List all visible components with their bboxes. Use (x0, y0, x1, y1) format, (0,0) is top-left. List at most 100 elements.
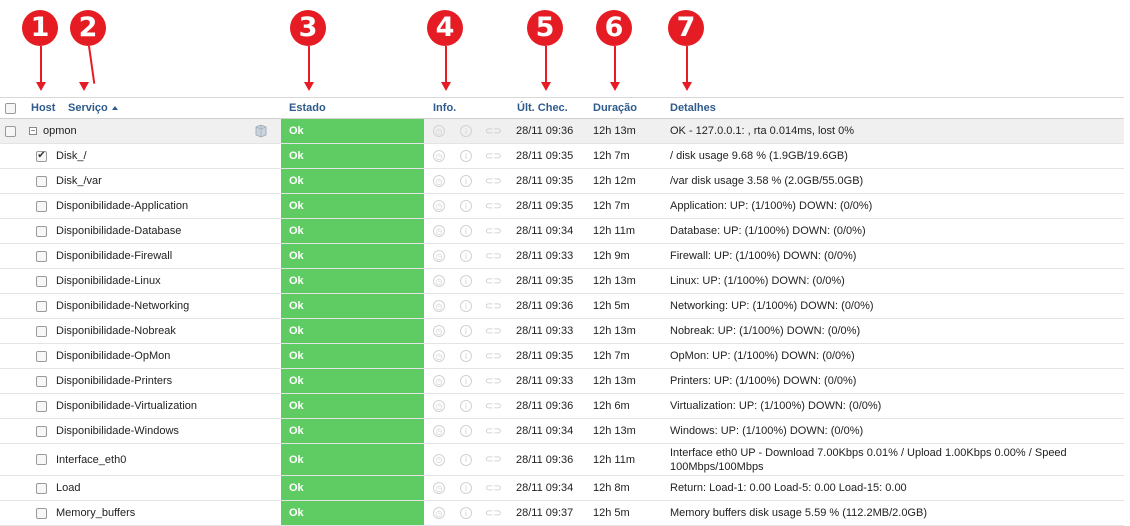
table-row[interactable]: Disponibilidade-Virtualization Ok ◷ i ⊂⊃ 28/1… (0, 394, 1124, 419)
clock-icon[interactable]: ◷ (433, 225, 445, 237)
service-name[interactable]: Disponibilidade-Printers (56, 369, 172, 393)
table-row[interactable]: Disponibilidade-Application Ok ◷ i ⊂⊃ 28/11 0… (0, 194, 1124, 219)
column-last-check[interactable]: Últ. Chec. (517, 98, 568, 118)
link-icon[interactable]: ⊂⊃ (485, 226, 502, 237)
collapse-icon[interactable]: − (29, 127, 37, 135)
table-row[interactable]: ✔ Disk_/ Ok ◷ i ⊂⊃ 28/11 09:35 12h 7m / disk usa… (0, 144, 1124, 169)
table-row[interactable]: Disponibilidade-Linux Ok ◷ i ⊂⊃ 28/11 09:35 12… (0, 269, 1124, 294)
clock-icon[interactable]: ◷ (433, 453, 445, 466)
clock-icon[interactable]: ◷ (433, 325, 445, 337)
service-name[interactable]: Memory_buffers (56, 501, 135, 525)
column-duration[interactable]: Duração (593, 98, 637, 118)
clock-icon[interactable]: ◷ (433, 125, 445, 137)
service-name[interactable]: Interface_eth0 (56, 444, 126, 475)
service-name[interactable]: Disponibilidade-Firewall (56, 244, 172, 268)
info-icon[interactable]: i (460, 375, 472, 387)
link-icon[interactable]: ⊂⊃ (485, 301, 502, 312)
select-all-checkbox[interactable] (5, 102, 16, 114)
info-icon[interactable]: i (460, 507, 472, 519)
service-name[interactable]: Load (56, 476, 80, 500)
clock-icon[interactable]: ◷ (433, 350, 445, 362)
table-row[interactable]: Disk_/var Ok ◷ i ⊂⊃ 28/11 09:35 12h 12m/var di… (0, 169, 1124, 194)
table-row[interactable]: Disponibilidade-OpMon Ok ◷ i ⊂⊃ 28/11 09:35 12… (0, 344, 1124, 369)
column-details[interactable]: Detalhes (670, 98, 716, 118)
link-icon[interactable]: ⊂⊃ (485, 483, 502, 494)
link-icon[interactable]: ⊂⊃ (485, 401, 502, 412)
link-icon[interactable]: ⊂⊃ (485, 326, 502, 337)
column-info[interactable]: Info. (433, 98, 456, 118)
table-row[interactable]: Disponibilidade-Printers Ok ◷ i ⊂⊃ 28/11 09:3… (0, 369, 1124, 394)
link-icon[interactable]: ⊂⊃ (485, 251, 502, 262)
link-icon[interactable]: ⊂⊃ (485, 176, 502, 187)
clock-icon[interactable]: ◷ (433, 250, 445, 262)
service-name[interactable]: Disponibilidade-OpMon (56, 344, 170, 368)
info-icon[interactable]: i (460, 300, 472, 312)
link-icon[interactable]: ⊂⊃ (485, 376, 502, 387)
clock-icon[interactable]: ◷ (433, 150, 445, 162)
clock-icon[interactable]: ◷ (433, 482, 445, 494)
info-icon[interactable]: i (460, 250, 472, 262)
clock-icon[interactable]: ◷ (433, 175, 445, 187)
row-checkbox[interactable] (36, 175, 47, 187)
table-row[interactable]: Load Ok ◷ i ⊂⊃ 28/11 09:34 12h 8m Return: Load-… (0, 476, 1124, 501)
row-checkbox[interactable] (36, 425, 47, 437)
service-name[interactable]: Disk_/var (56, 169, 102, 193)
row-checkbox[interactable] (36, 300, 47, 312)
info-icon[interactable]: i (460, 125, 472, 137)
row-checkbox[interactable] (36, 454, 47, 465)
row-checkbox[interactable] (36, 482, 47, 494)
table-row[interactable]: Disponibilidade-Nobreak Ok ◷ i ⊂⊃ 28/11 09:33… (0, 319, 1124, 344)
info-icon[interactable]: i (460, 453, 472, 466)
info-icon[interactable]: i (460, 325, 472, 337)
link-icon[interactable]: ⊂⊃ (485, 201, 502, 212)
service-name[interactable]: Disponibilidade-Networking (56, 294, 189, 318)
row-checkbox[interactable] (36, 250, 47, 262)
server-icon[interactable] (254, 124, 267, 138)
row-checkbox[interactable] (36, 275, 47, 287)
service-name[interactable]: Disponibilidade-Nobreak (56, 319, 176, 343)
row-checkbox[interactable] (36, 225, 47, 237)
table-row[interactable]: Disponibilidade-Firewall Ok ◷ i ⊂⊃ 28/11 09:3… (0, 244, 1124, 269)
table-row[interactable]: Disponibilidade-Windows Ok ◷ i ⊂⊃ 28/11 09:34… (0, 419, 1124, 444)
row-checkbox[interactable] (36, 200, 47, 212)
info-icon[interactable]: i (460, 225, 472, 237)
clock-icon[interactable]: ◷ (433, 375, 445, 387)
info-icon[interactable]: i (460, 175, 472, 187)
info-icon[interactable]: i (460, 482, 472, 494)
service-name[interactable]: Disponibilidade-Database (56, 219, 181, 243)
service-name[interactable]: Disponibilidade-Windows (56, 419, 179, 443)
info-icon[interactable]: i (460, 200, 472, 212)
row-checkbox[interactable] (36, 375, 47, 387)
host-row[interactable]: − opmon Ok ◷ i ⊂⊃ 28/11 09:36 12h 13m OK… (0, 119, 1124, 144)
service-name[interactable]: Disponibilidade-Application (56, 194, 188, 218)
service-name[interactable]: Disponibilidade-Linux (56, 269, 161, 293)
row-checkbox[interactable] (36, 400, 47, 412)
link-icon[interactable]: ⊂⊃ (485, 454, 502, 465)
clock-icon[interactable]: ◷ (433, 200, 445, 212)
table-row[interactable]: Interface_eth0 Ok ◷ i ⊂⊃ 28/11 09:36 12h 11m In… (0, 444, 1124, 476)
table-row[interactable]: Memory_buffers Ok ◷ i ⊂⊃ 28/11 09:37 12h 5m Mem… (0, 501, 1124, 526)
clock-icon[interactable]: ◷ (433, 400, 445, 412)
column-host[interactable]: Host (31, 98, 55, 118)
row-checkbox[interactable]: ✔ (36, 150, 47, 162)
link-icon[interactable]: ⊂⊃ (485, 126, 502, 137)
row-checkbox[interactable] (36, 507, 47, 519)
clock-icon[interactable]: ◷ (433, 425, 445, 437)
clock-icon[interactable]: ◷ (433, 275, 445, 287)
row-checkbox[interactable] (36, 325, 47, 337)
info-icon[interactable]: i (460, 425, 472, 437)
link-icon[interactable]: ⊂⊃ (485, 426, 502, 437)
link-icon[interactable]: ⊂⊃ (485, 276, 502, 287)
host-name[interactable]: opmon (43, 125, 77, 137)
column-service[interactable]: Serviço (68, 98, 118, 118)
column-status[interactable]: Estado (289, 98, 326, 118)
info-icon[interactable]: i (460, 275, 472, 287)
clock-icon[interactable]: ◷ (433, 300, 445, 312)
info-icon[interactable]: i (460, 150, 472, 162)
service-name[interactable]: Disk_/ (56, 144, 87, 168)
link-icon[interactable]: ⊂⊃ (485, 151, 502, 162)
service-name[interactable]: Disponibilidade-Virtualization (56, 394, 197, 418)
info-icon[interactable]: i (460, 400, 472, 412)
clock-icon[interactable]: ◷ (433, 507, 445, 519)
row-checkbox[interactable] (36, 350, 47, 362)
